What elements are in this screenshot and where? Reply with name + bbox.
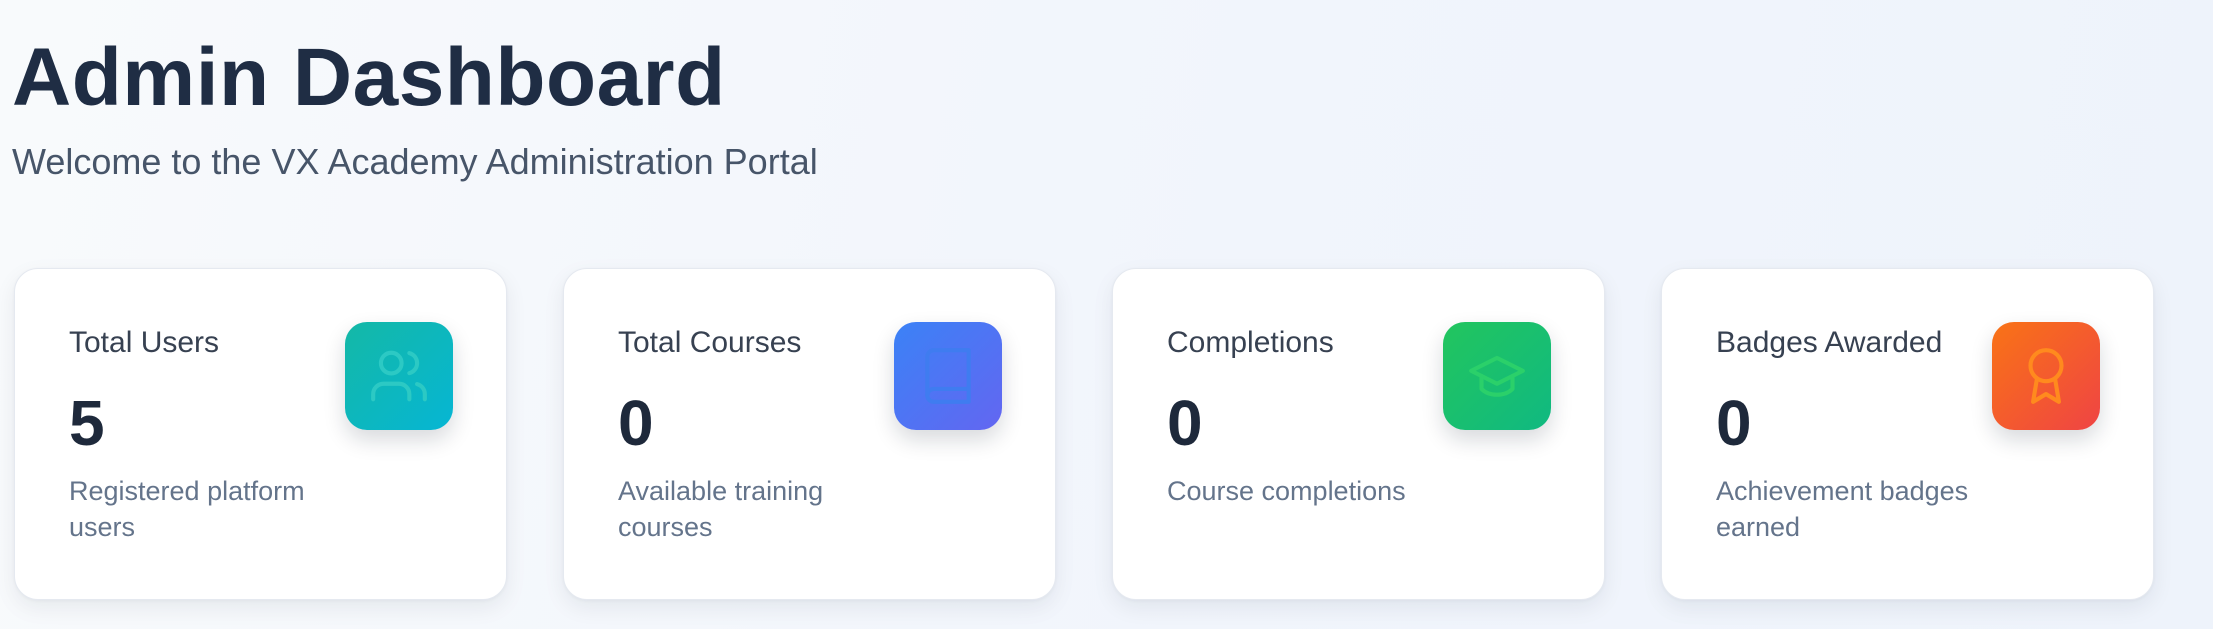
stat-card-description: Course completions [1167, 476, 1406, 506]
stat-card-description: Registered platform users [69, 476, 305, 542]
stat-card-label: Total Users [69, 326, 220, 359]
stat-card-value: 0 [1167, 387, 1203, 459]
graduation-cap-icon [1443, 322, 1551, 430]
award-icon [1992, 322, 2100, 430]
page-title: Admin Dashboard [12, 32, 726, 123]
stat-card-label: Completions [1167, 326, 1334, 359]
stat-card-description: Available training courses [618, 476, 824, 542]
stat-card-label: Total Courses [618, 326, 802, 359]
page-subtitle: Welcome to the VX Academy Administration… [12, 141, 818, 182]
stat-card-value: 5 [69, 387, 105, 459]
stat-card-total-courses: Total Courses 0 Available training cours… [563, 268, 1056, 600]
stats-cards: Total Users 5 Registered platform users … [14, 268, 2154, 600]
stat-card-value: 0 [618, 387, 654, 459]
stat-card-description: Achievement badges earned [1716, 476, 1969, 542]
stat-card-value: 0 [1716, 387, 1752, 459]
stat-card-total-users: Total Users 5 Registered platform users [14, 268, 507, 600]
stat-card-badges-awarded: Badges Awarded 0 Achievement badges earn… [1661, 268, 2154, 600]
page-header: Admin Dashboard Welcome to the VX Academ… [12, 28, 818, 184]
users-icon [345, 322, 453, 430]
book-icon [894, 322, 1002, 430]
stat-card-completions: Completions 0 Course completions [1112, 268, 1605, 600]
stat-card-label: Badges Awarded [1716, 326, 1943, 359]
